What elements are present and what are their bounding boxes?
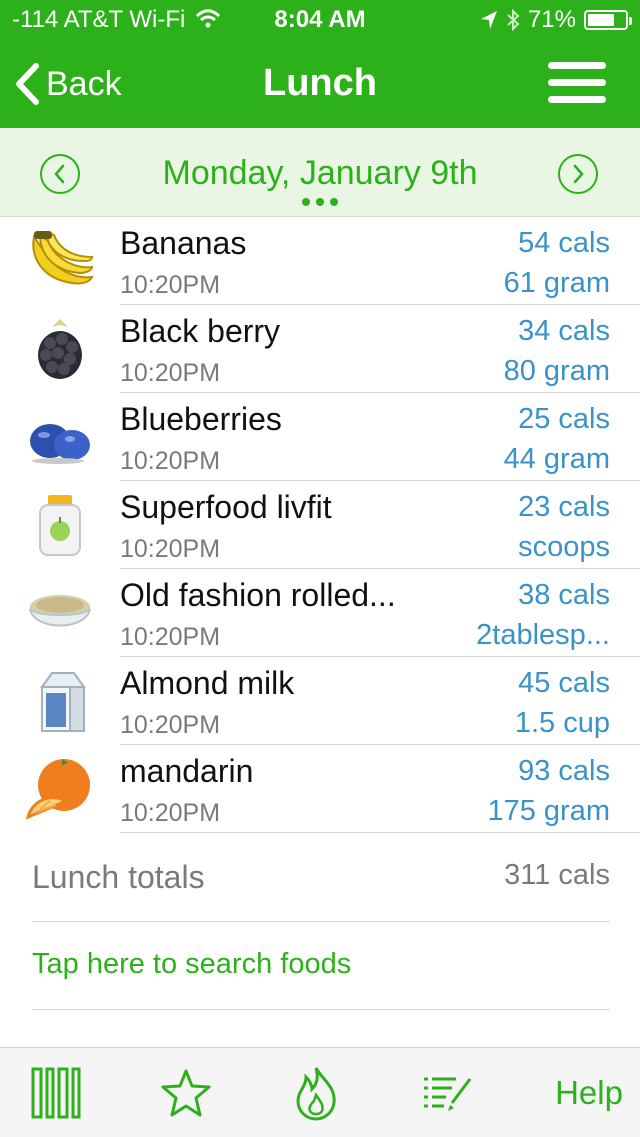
chevron-left-icon <box>16 63 39 105</box>
banana-icon <box>32 231 94 285</box>
back-button[interactable]: Back <box>14 60 122 108</box>
back-label: Back <box>46 64 122 103</box>
food-row[interactable]: Black berry 10:20PM 34 cals 80 gram <box>0 305 640 393</box>
bluetooth-icon <box>507 9 520 31</box>
food-quantity: 44 gram <box>503 443 610 475</box>
menu-button[interactable] <box>548 62 606 104</box>
status-right: 71% <box>472 6 632 34</box>
totals-label: Lunch totals <box>32 859 205 895</box>
food-quantity: 61 gram <box>503 267 610 299</box>
food-quantity: scoops <box>518 531 610 563</box>
food-time: 10:20PM <box>120 711 221 739</box>
tab-log[interactable] <box>412 1048 484 1137</box>
food-name: Blueberries <box>120 401 282 437</box>
star-icon <box>161 1069 211 1116</box>
food-name: Black berry <box>120 313 281 349</box>
food-quantity: 2tablesp... <box>476 619 610 651</box>
food-time: 10:20PM <box>120 447 221 475</box>
food-name: Old fashion rolled... <box>120 577 396 613</box>
location-arrow-icon <box>480 11 497 29</box>
food-quantity: 175 gram <box>487 795 610 827</box>
lunch-totals-row: Lunch totals 311 cals <box>32 835 610 922</box>
supplement-jar-icon <box>39 495 81 556</box>
hamburger-bar <box>548 96 606 103</box>
barcode-icon <box>31 1067 81 1118</box>
tab-favorites[interactable] <box>150 1048 222 1137</box>
orange-icon <box>26 759 90 820</box>
food-calories: 93 cals <box>518 755 610 787</box>
battery-percent: 71% <box>527 6 576 33</box>
next-day-button[interactable] <box>558 154 598 194</box>
checklist-edit-icon <box>424 1077 472 1111</box>
blackberry-icon <box>38 319 82 379</box>
food-calories: 45 cals <box>518 667 610 699</box>
battery-icon <box>584 10 632 30</box>
date-dots-indicator <box>0 198 640 206</box>
food-calories: 34 cals <box>518 315 610 347</box>
food-quantity: 80 gram <box>503 355 610 387</box>
food-calories: 23 cals <box>518 491 610 523</box>
food-time: 10:20PM <box>120 359 221 387</box>
tab-help[interactable]: Help <box>540 1048 638 1137</box>
battery-fill <box>588 14 614 26</box>
bottom-tab-bar: Help <box>0 1047 640 1137</box>
blueberries-icon <box>30 424 90 464</box>
navigation-header: -114 AT&T Wi-Fi 8:04 AM 71% Back Lunch <box>0 0 640 128</box>
date-label[interactable]: Monday, January 9th <box>0 154 640 193</box>
oatmeal-bowl-icon <box>29 595 91 627</box>
food-time: 10:20PM <box>120 799 221 827</box>
food-calories: 54 cals <box>518 227 610 259</box>
hamburger-bar <box>548 79 606 86</box>
food-name: Superfood livfit <box>120 489 332 525</box>
totals-value: 311 cals <box>504 859 610 891</box>
chevron-right-icon <box>573 164 584 184</box>
date-bar: Monday, January 9th <box>0 128 640 217</box>
search-foods-link[interactable]: Tap here to search foods <box>32 922 610 1010</box>
food-row[interactable]: Bananas 10:20PM 54 cals 61 gram <box>0 217 640 305</box>
food-calories: 25 cals <box>518 403 610 435</box>
tab-barcode[interactable] <box>20 1048 92 1137</box>
food-row[interactable]: Superfood livfit 10:20PM 23 cals scoops <box>0 481 640 569</box>
food-time: 10:20PM <box>120 271 221 299</box>
food-name: Bananas <box>120 225 247 261</box>
food-row[interactable]: mandarin 10:20PM 93 cals 175 gram <box>0 745 640 833</box>
food-name: mandarin <box>120 753 254 789</box>
food-time: 10:20PM <box>120 623 221 651</box>
food-quantity: 1.5 cup <box>514 707 610 739</box>
food-time: 10:20PM <box>120 535 221 563</box>
hamburger-icon <box>548 62 606 69</box>
food-row[interactable]: Old fashion rolled... 10:20PM 38 cals 2t… <box>0 569 640 657</box>
food-list: Bananas 10:20PM 54 cals 61 gram Black be… <box>0 217 640 833</box>
search-foods-label: Tap here to search foods <box>32 948 352 980</box>
milk-carton-icon <box>40 672 86 732</box>
help-label: Help <box>555 1073 623 1111</box>
food-calories: 38 cals <box>518 579 610 611</box>
status-bar: -114 AT&T Wi-Fi 8:04 AM 71% <box>0 0 640 40</box>
tab-calories[interactable] <box>280 1048 352 1137</box>
food-row[interactable]: Blueberries 10:20PM 25 cals 44 gram <box>0 393 640 481</box>
food-name: Almond milk <box>120 665 295 701</box>
flame-icon <box>296 1066 336 1121</box>
food-row[interactable]: Almond milk 10:20PM 45 cals 1.5 cup <box>0 657 640 745</box>
